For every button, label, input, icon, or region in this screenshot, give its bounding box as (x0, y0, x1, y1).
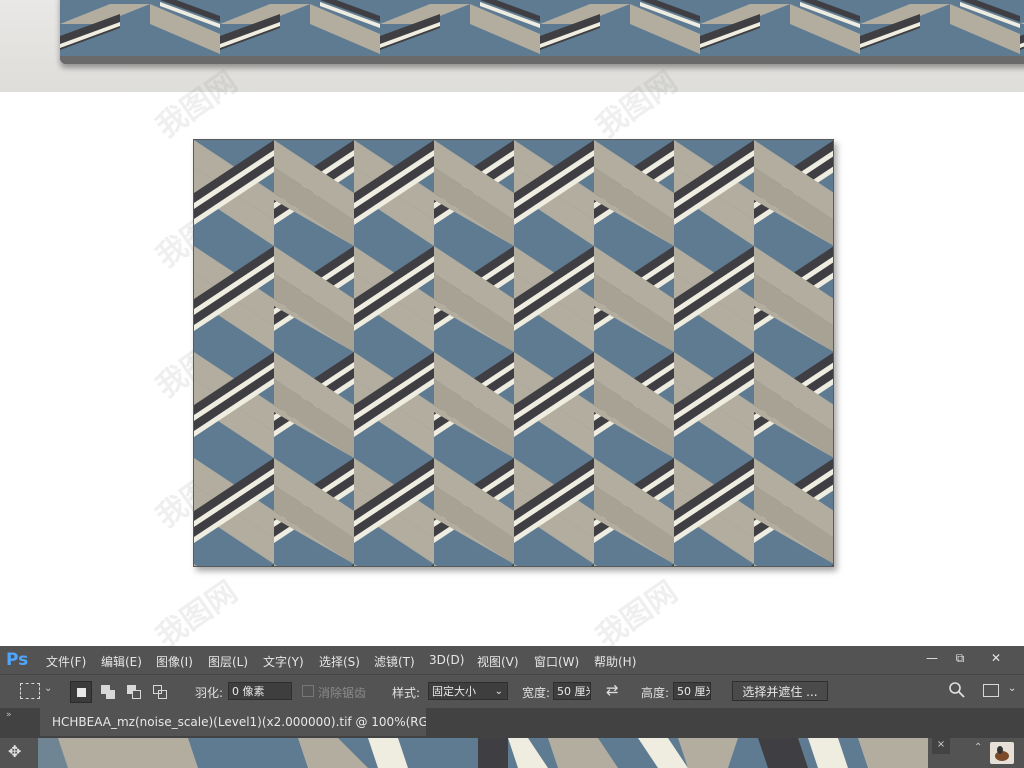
height-input[interactable]: 50 厘米 (673, 682, 711, 700)
marquee-tool-icon[interactable] (20, 683, 40, 699)
menu-filter[interactable]: 滤镜(T) (374, 653, 415, 670)
subtract-selection-button[interactable] (124, 681, 144, 701)
menu-edit[interactable]: 编辑(E) (101, 653, 142, 670)
rug-photo-pattern (60, 0, 1024, 64)
document-canvas[interactable] (38, 738, 928, 768)
rug-photo-top (0, 0, 1024, 92)
move-tool-icon[interactable]: ✥ (8, 742, 21, 761)
square-icon (106, 690, 115, 699)
chevron-down-icon[interactable]: ⌄ (44, 683, 52, 694)
close-button[interactable]: ✕ (982, 649, 1010, 667)
menu-select[interactable]: 选择(S) (319, 653, 360, 670)
menu-3d[interactable]: 3D(D) (429, 653, 464, 667)
rug-pattern-preview (193, 139, 834, 567)
height-label: 高度: (641, 686, 670, 700)
style-label: 样式: (392, 686, 421, 700)
add-selection-button[interactable] (98, 681, 118, 701)
select-and-mask-button[interactable]: 选择并遮住 ... (732, 681, 828, 701)
swap-dimensions-icon[interactable]: ⇄ (606, 681, 619, 699)
canvas-pattern (38, 738, 928, 768)
menu-layer[interactable]: 图层(L) (208, 653, 248, 670)
restore-button[interactable]: ⧉ (946, 649, 974, 667)
geometric-rug-pattern (194, 140, 833, 566)
menu-type[interactable]: 文字(Y) (263, 653, 304, 670)
menu-help[interactable]: 帮助(H) (594, 653, 636, 670)
chevron-down-icon: ⌄ (494, 686, 503, 697)
document-title: HCHBEAA_mz(noise_scale)(Level1)(x2.00000… (52, 715, 426, 729)
menu-image[interactable]: 图像(I) (156, 653, 193, 670)
feather-input[interactable]: 0 像素 (228, 682, 292, 700)
workspace-icon[interactable] (983, 684, 999, 697)
minimize-button[interactable]: — (918, 649, 946, 667)
menu-view[interactable]: 视图(V) (477, 653, 519, 670)
new-selection-button[interactable] (70, 681, 92, 703)
intersect-selection-button[interactable] (150, 681, 170, 701)
search-icon[interactable] (948, 681, 966, 702)
feather-label: 羽化: (195, 686, 224, 700)
side-panel: × ⌃ (932, 738, 1024, 768)
rug-photo-edge (60, 0, 1024, 64)
watermark-text: 我图网 (590, 574, 684, 656)
chevron-down-icon[interactable]: ⌄ (1008, 683, 1016, 694)
panel-collapse-button[interactable]: × (932, 738, 950, 754)
collapse-panel-icon[interactable]: » (6, 710, 12, 720)
options-bar: ⌄ 羽化: 0 像素 消除锯齿 样式: 固定大小 ⌄ 宽度: 50 厘米 ⇄ 高… (0, 674, 1024, 710)
width-input[interactable]: 50 厘米 (553, 682, 591, 700)
menu-file[interactable]: 文件(F) (46, 653, 86, 670)
antialias-checkbox[interactable] (302, 685, 314, 697)
square-icon (77, 688, 86, 697)
chevron-up-icon[interactable]: ⌃ (974, 742, 982, 753)
width-label: 宽度: (522, 686, 551, 700)
photoshop-window: Ps 文件(F) 编辑(E) 图像(I) 图层(L) 文字(Y) 选择(S) 滤… (0, 646, 1024, 768)
toolbox: ✥ (0, 738, 34, 768)
watermark-text: 我图网 (150, 574, 244, 656)
style-select[interactable]: 固定大小 ⌄ (428, 682, 508, 700)
brush-preset-thumbnail[interactable] (990, 742, 1014, 764)
menu-bar: Ps 文件(F) 编辑(E) 图像(I) 图层(L) 文字(Y) 选择(S) 滤… (0, 646, 1024, 674)
photoshop-logo: Ps (6, 650, 29, 670)
style-select-value: 固定大小 (432, 685, 476, 698)
menu-window[interactable]: 窗口(W) (534, 653, 579, 670)
square-icon (158, 690, 167, 699)
square-icon (132, 690, 141, 699)
document-tab[interactable]: HCHBEAA_mz(noise_scale)(Level1)(x2.00000… (40, 708, 426, 736)
antialias-label: 消除锯齿 (318, 686, 367, 700)
